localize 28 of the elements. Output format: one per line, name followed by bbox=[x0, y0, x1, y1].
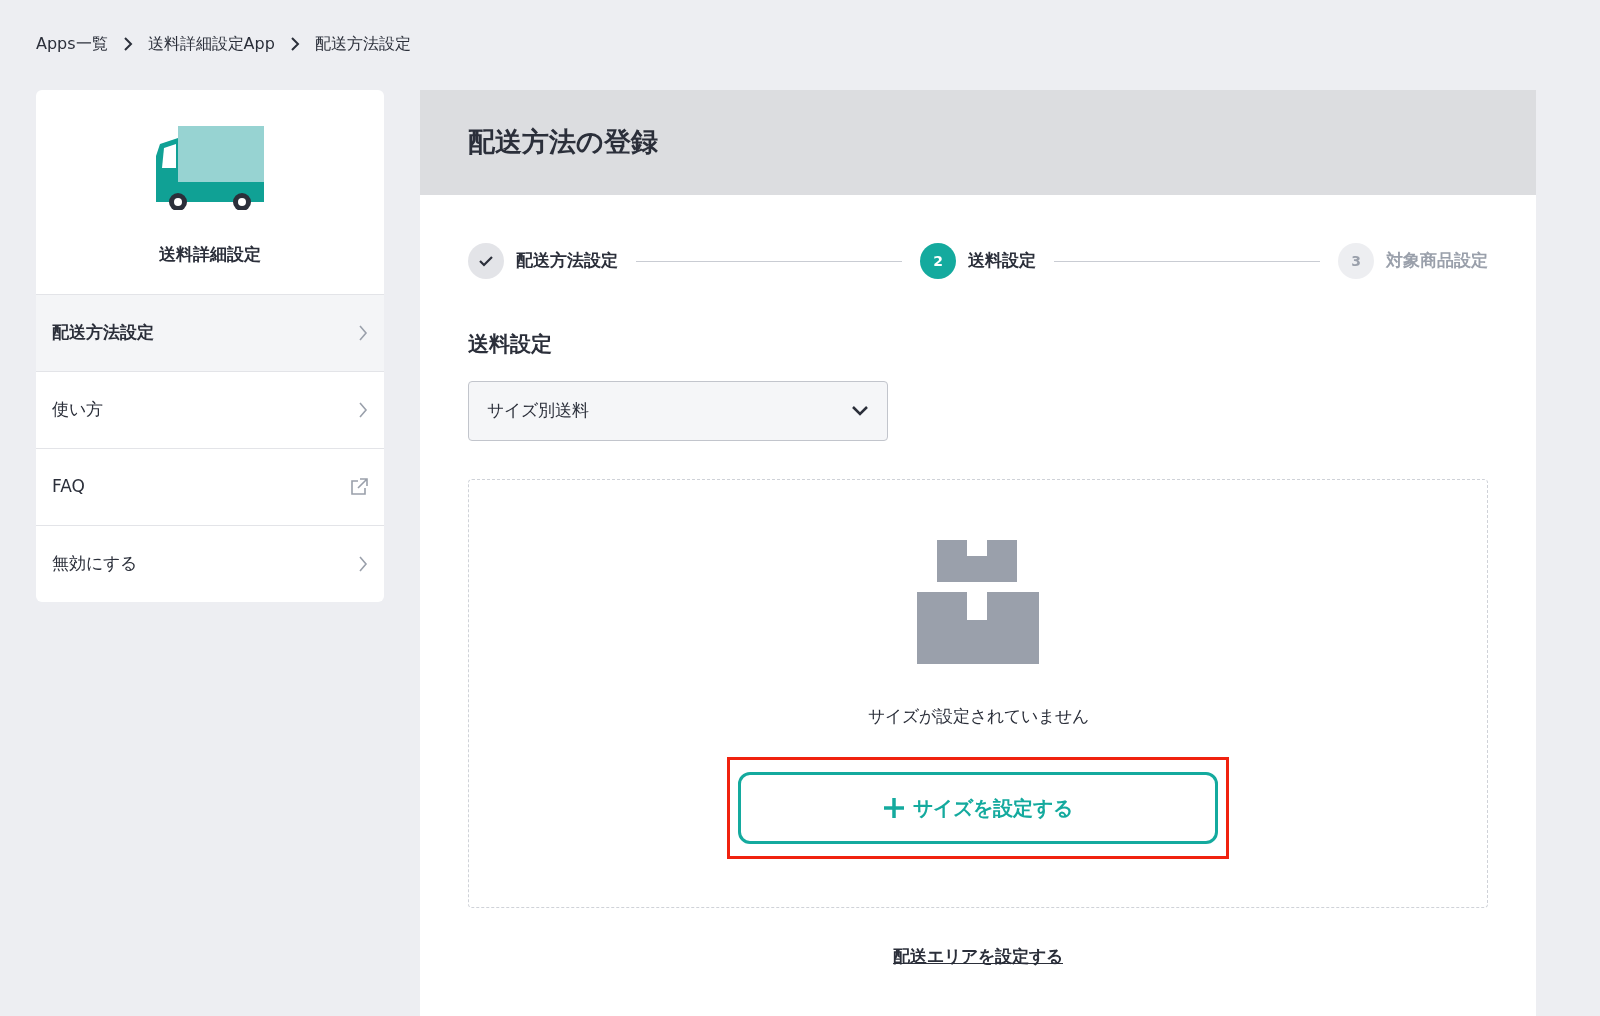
plus-icon bbox=[883, 797, 905, 819]
chevron-right-icon bbox=[358, 555, 368, 572]
sidebar-item[interactable]: 使い方 bbox=[36, 370, 384, 448]
step-label: 配送方法設定 bbox=[516, 249, 618, 273]
breadcrumb-link[interactable]: 配送方法設定 bbox=[314, 32, 411, 56]
page-title: 配送方法の登録 bbox=[468, 126, 658, 159]
chevron-right-icon bbox=[121, 37, 134, 51]
empty-message: サイズが設定されていません bbox=[867, 704, 1089, 728]
chevron-right-icon bbox=[288, 37, 301, 51]
step-label: 送料設定 bbox=[968, 249, 1036, 273]
external-link-icon bbox=[350, 477, 368, 496]
step-number: 2 bbox=[920, 243, 956, 279]
chevron-down-icon bbox=[851, 404, 869, 417]
breadcrumb-link[interactable]: 送料詳細設定App bbox=[147, 32, 275, 56]
chevron-right-icon bbox=[358, 401, 368, 418]
chevron-right-icon bbox=[358, 324, 368, 341]
sidebar-item[interactable]: 無効にする bbox=[36, 524, 384, 602]
set-area-link[interactable]: 配送エリアを設定する bbox=[468, 944, 1488, 970]
breadcrumb-link[interactable]: Apps一覧 bbox=[36, 32, 108, 56]
step-number: 3 bbox=[1338, 243, 1374, 279]
step-label: 対象商品設定 bbox=[1386, 249, 1488, 273]
shipping-type-select[interactable]: サイズ別送料 bbox=[468, 380, 888, 441]
sidebar-item[interactable]: FAQ bbox=[36, 447, 384, 525]
app-title: 送料詳細設定 bbox=[158, 243, 262, 266]
section-title: 送料設定 bbox=[468, 331, 553, 358]
sidebar-item[interactable]: 配送方法設定 bbox=[36, 293, 384, 371]
boxes-icon bbox=[917, 537, 1039, 664]
truck-icon bbox=[156, 126, 264, 210]
